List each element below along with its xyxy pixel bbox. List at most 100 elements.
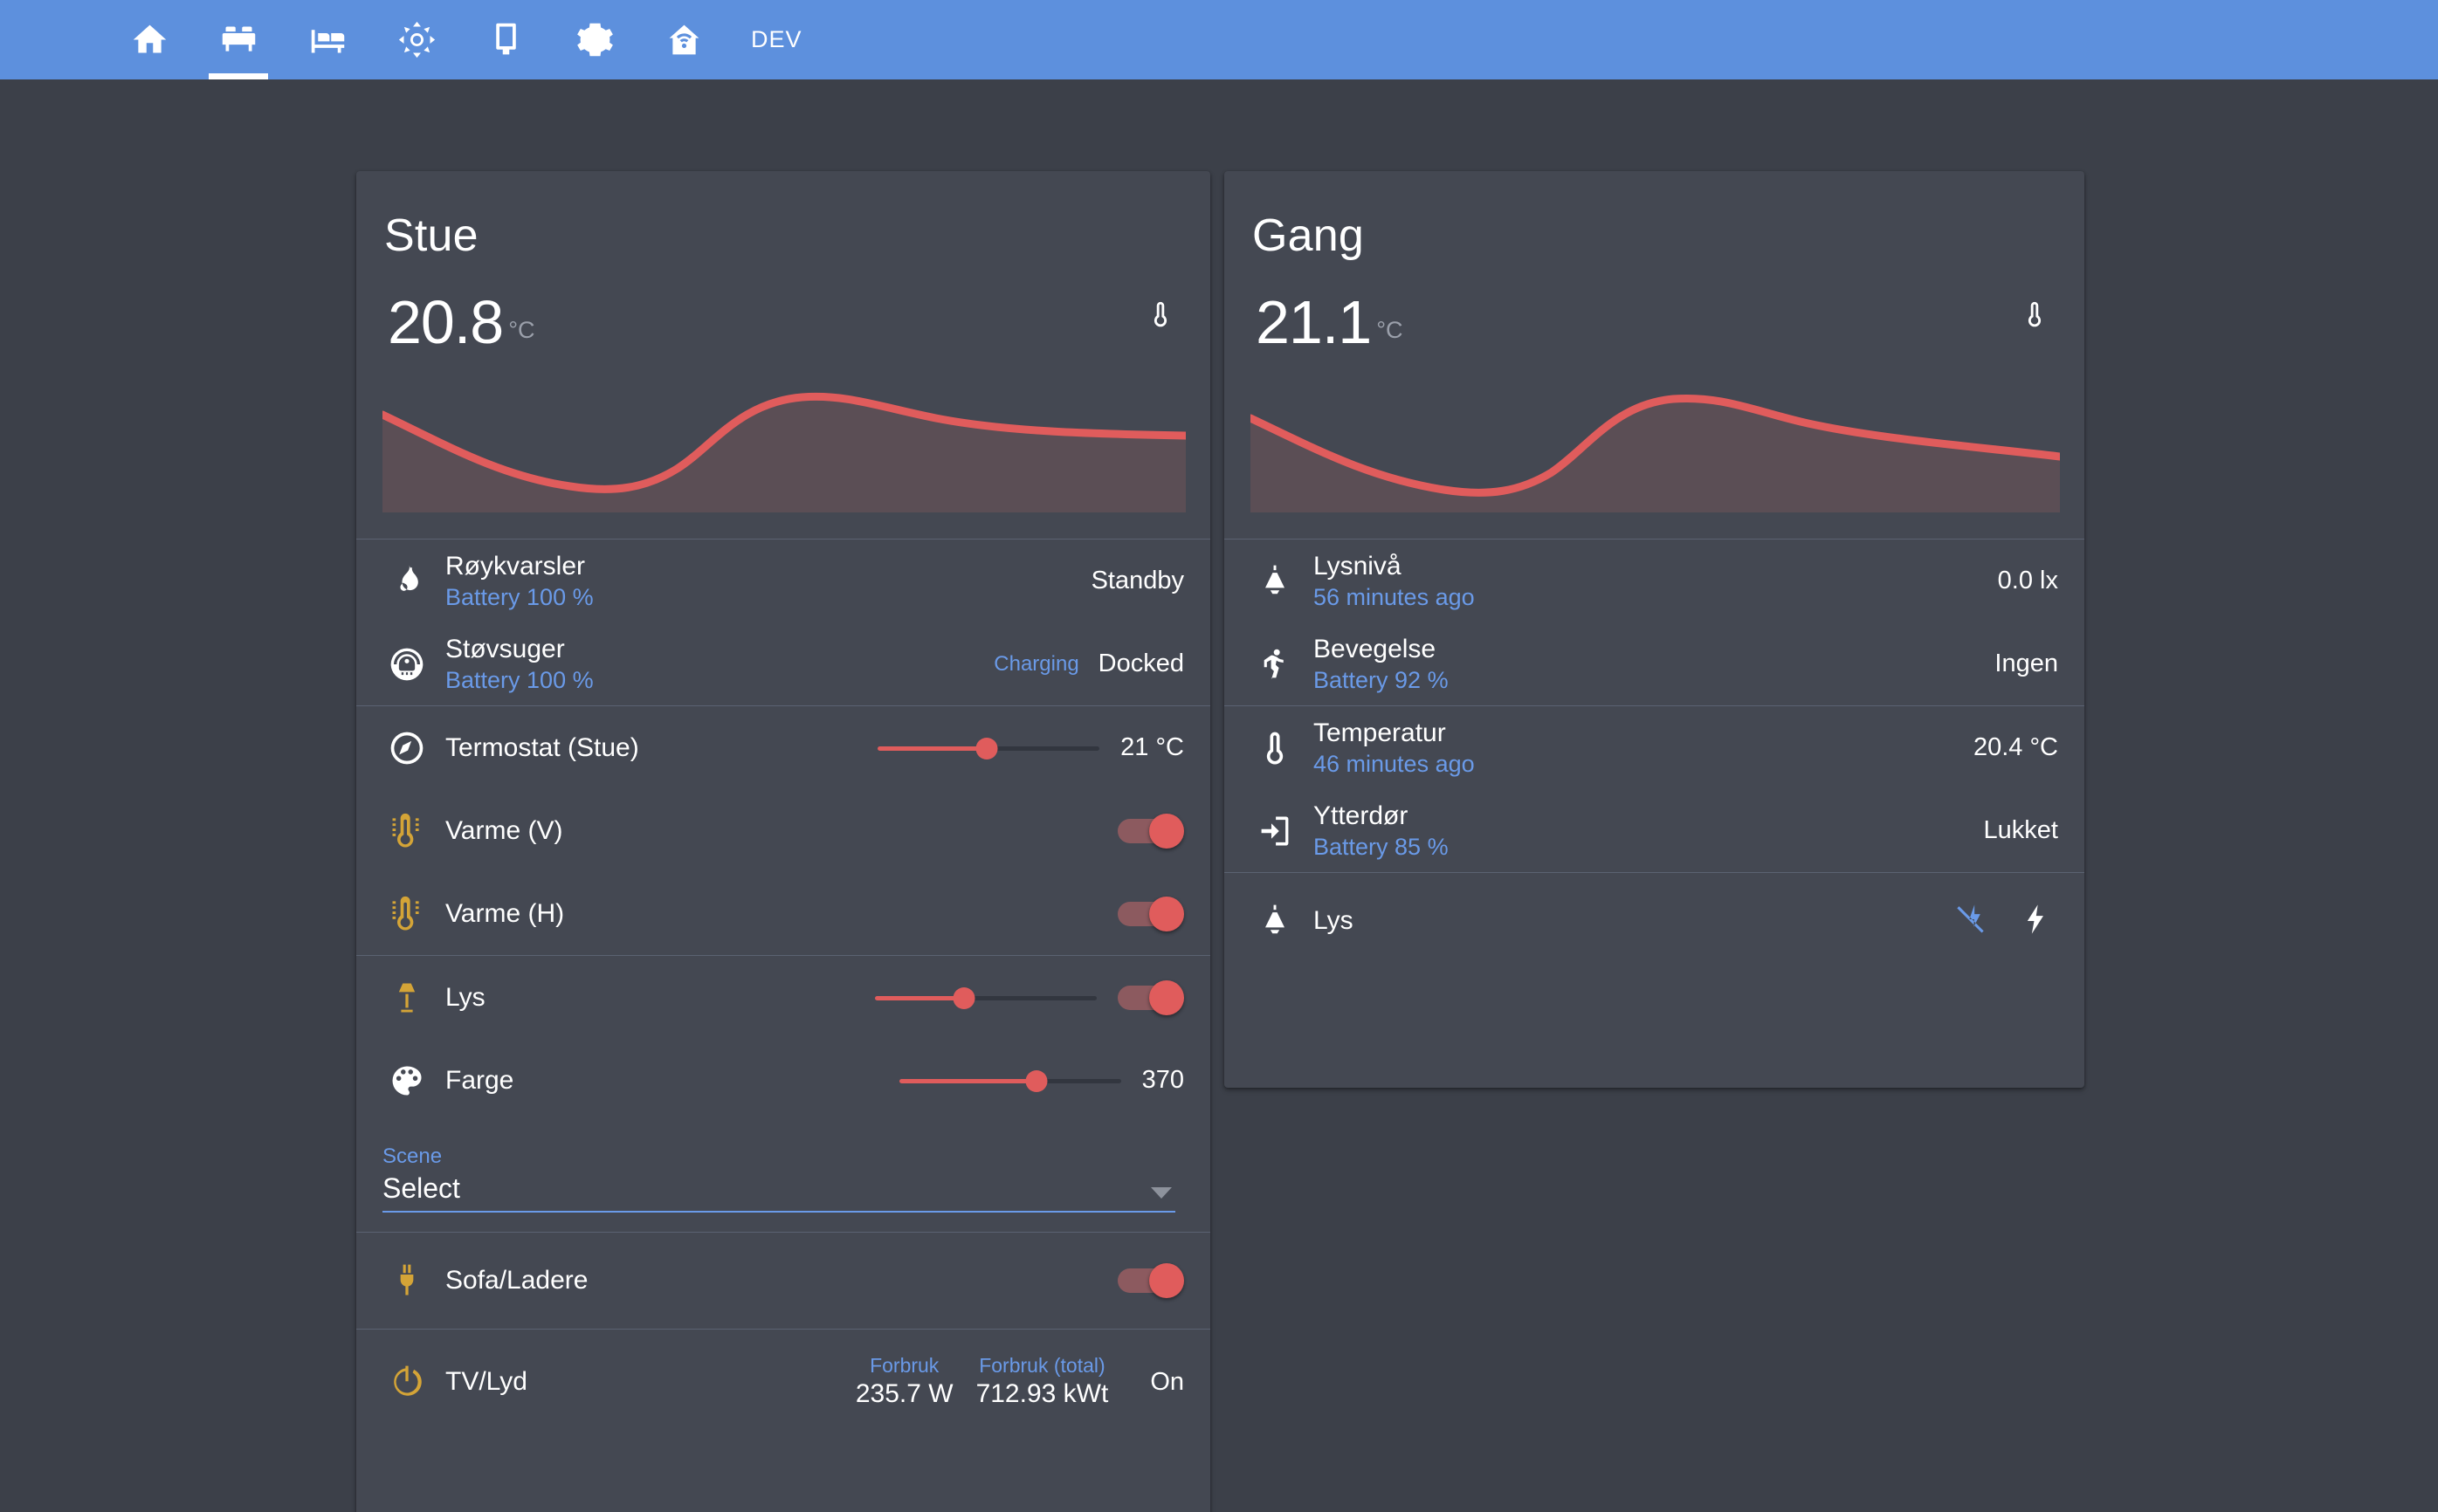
row-temperatur[interactable]: Temperatur 46 minutes ago 20.4 °C [1224, 706, 2084, 789]
toggle-thumb[interactable] [1149, 813, 1184, 849]
thermometer-lines-icon [382, 895, 445, 933]
roykvarsler-name: Røykvarsler [445, 551, 586, 581]
varme-h-toggle[interactable] [1118, 895, 1184, 933]
section-switch-stue: Sofa/Ladere [356, 1232, 1210, 1329]
row-farge[interactable]: Farge 370 [356, 1039, 1210, 1122]
climate-block-gang: 21.1 °C [1224, 262, 2084, 512]
motion-walk-icon [1250, 645, 1313, 684]
brightness-icon [397, 20, 437, 59]
sofa-ladere-labels: Sofa/Ladere [445, 1266, 1118, 1296]
cards-stage: Stue 20.8 °C Røykvarsler Battery 100 % S… [0, 79, 2438, 1512]
lysniva-name: Lysnivå [1313, 551, 1402, 581]
toggle-thumb[interactable] [1149, 979, 1184, 1015]
tab-automation[interactable] [639, 0, 728, 79]
row-ytterdor[interactable]: Ytterdør Battery 85 % Lukket [1224, 789, 2084, 872]
lys-toggle[interactable] [1118, 979, 1184, 1017]
temperature-value: 21.1 [1256, 288, 1372, 356]
varme-v-name: Varme (V) [445, 815, 563, 845]
tv-lyd-labels: TV/Lyd [445, 1367, 856, 1397]
fire-icon [382, 562, 445, 601]
slider-knob[interactable] [953, 986, 975, 1009]
section-sensors-stue: Røykvarsler Battery 100 % Standby Støvsu… [356, 539, 1210, 705]
row-sofa-ladere[interactable]: Sofa/Ladere [356, 1233, 1210, 1329]
home-automation-icon [665, 20, 704, 59]
energy-total-value: 712.93 kWt [975, 1379, 1109, 1408]
lys-name: Lys [445, 982, 486, 1012]
lysniva-value: 0.0 lx [1997, 567, 2058, 594]
temperatur-labels: Temperatur 46 minutes ago [1313, 718, 1973, 778]
stovsuger-sub: Battery 100 % [445, 666, 594, 693]
temperature-value: 20.8 [388, 288, 504, 356]
scene-select[interactable]: Scene Select [382, 1144, 1184, 1213]
termostat-name: Termostat (Stue) [445, 732, 639, 762]
bed-icon [308, 20, 348, 59]
sofa-ladere-name: Sofa/Ladere [445, 1266, 589, 1295]
row-stovsuger[interactable]: Støvsuger Battery 100 % Charging Docked [356, 622, 1210, 705]
farge-name: Farge [445, 1065, 514, 1095]
farge-value: 370 [1141, 1066, 1184, 1094]
tab-living-room[interactable] [194, 0, 283, 79]
tab-media[interactable] [461, 0, 550, 79]
tab-dev[interactable]: DEV [728, 0, 825, 79]
card-stue: Stue 20.8 °C Røykvarsler Battery 100 % S… [356, 171, 1210, 1512]
sofa-icon [219, 20, 258, 59]
energy-current-value: 235.7 W [855, 1379, 954, 1408]
row-scene[interactable]: Scene Select [356, 1122, 1210, 1232]
toggle-thumb[interactable] [1149, 1263, 1184, 1298]
row-bevegelse[interactable]: Bevegelse Battery 92 % Ingen [1224, 622, 2084, 705]
section-sensors-gang: Lysnivå 56 minutes ago 0.0 lx Bevegelse … [1224, 539, 2084, 705]
slider-knob[interactable] [975, 737, 998, 759]
tab-settings[interactable] [550, 0, 639, 79]
varme-h-labels: Varme (H) [445, 899, 1118, 929]
lightbulb-outline-icon [1250, 562, 1313, 601]
farge-slider[interactable] [899, 1063, 1121, 1098]
lys-brightness-slider[interactable] [875, 980, 1097, 1015]
row-varme-h[interactable]: Varme (H) [356, 872, 1210, 955]
row-tv-lyd[interactable]: TV/Lyd Forbruk 235.7 W Forbruk (total) 7… [356, 1330, 1210, 1434]
row-varme-v[interactable]: Varme (V) [356, 789, 1210, 872]
tv-lyd-name: TV/Lyd [445, 1367, 527, 1396]
roykvarsler-labels: Røykvarsler Battery 100 % [445, 552, 1092, 611]
termostat-slider[interactable] [878, 731, 1100, 766]
flash-icon[interactable] [2018, 899, 2053, 944]
temperature-display: 20.8 °C [388, 292, 535, 353]
gear-icon [575, 20, 615, 59]
sofa-ladere-toggle[interactable] [1118, 1261, 1184, 1300]
power-icon [382, 1363, 445, 1401]
energy-current: Forbruk 235.7 W [856, 1353, 954, 1411]
row-lysniva[interactable]: Lysnivå 56 minutes ago 0.0 lx [1224, 540, 2084, 622]
row-lys-gang[interactable]: Lys [1224, 873, 2084, 969]
row-roykvarsler[interactable]: Røykvarsler Battery 100 % Standby [356, 540, 1210, 622]
ytterdor-labels: Ytterdør Battery 85 % [1313, 801, 1984, 861]
robot-vacuum-icon [382, 645, 445, 684]
varme-v-toggle[interactable] [1118, 812, 1184, 850]
temperature-row: 21.1 °C [1250, 262, 2060, 353]
temperatur-name: Temperatur [1313, 718, 1446, 747]
temperature-display: 21.1 °C [1256, 292, 1403, 353]
roykvarsler-value: Standby [1091, 567, 1184, 594]
palette-icon [382, 1062, 445, 1100]
toggle-thumb[interactable] [1149, 896, 1184, 931]
energy-total: Forbruk (total) 712.93 kWt [976, 1353, 1109, 1411]
slider-knob[interactable] [1025, 1069, 1048, 1092]
row-lys[interactable]: Lys [356, 956, 1210, 1039]
energy-current-caption: Forbruk [870, 1354, 940, 1377]
flash-off-icon[interactable] [1953, 899, 1988, 944]
card-gang: Gang 21.1 °C Lysnivå 56 minutes ago 0.0 … [1224, 171, 2084, 1088]
termostat-labels: Termostat (Stue) [445, 733, 878, 763]
power-plug-icon [382, 1261, 445, 1300]
row-termostat[interactable]: Termostat (Stue) 21 °C [356, 706, 1210, 789]
thermometer-icon [2020, 292, 2049, 341]
slider-fill [878, 746, 987, 751]
chevron-down-icon[interactable] [1151, 1187, 1172, 1199]
thermometer-icon [1250, 729, 1313, 767]
stovsuger-charging-status: Charging [994, 651, 1079, 676]
stovsuger-name: Støvsuger [445, 634, 565, 663]
tablet-icon [486, 20, 526, 59]
temperature-unit: °C [1376, 316, 1403, 343]
tab-home[interactable] [105, 0, 194, 79]
tab-bedroom[interactable] [283, 0, 372, 79]
tab-lights[interactable] [372, 0, 461, 79]
ytterdor-value: Lukket [1983, 816, 2058, 844]
bevegelse-sub: Battery 92 % [1313, 666, 1449, 693]
